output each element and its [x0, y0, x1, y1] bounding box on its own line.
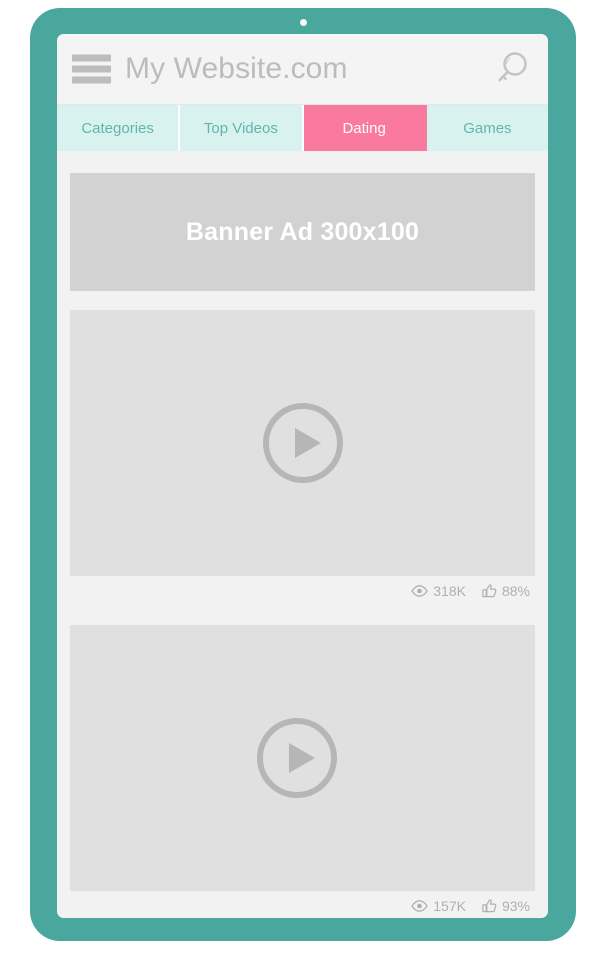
like-percent: 88% [482, 583, 530, 599]
tab-dating[interactable]: Dating [303, 105, 427, 151]
banner-ad-label: Banner Ad 300x100 [185, 217, 420, 246]
video-card: 157K 93% [70, 625, 535, 918]
camera-dot [299, 19, 307, 26]
view-count: 318K [411, 583, 466, 599]
device-screen: My Website.com Categories Top Videos Dat… [57, 34, 548, 918]
hamburger-bar [72, 65, 111, 73]
like-percent: 93% [482, 898, 530, 914]
like-percent-value: 88% [501, 583, 530, 599]
hamburger-menu-icon[interactable] [72, 54, 111, 84]
eye-icon [411, 900, 429, 912]
video-thumbnail[interactable] [70, 625, 535, 891]
play-icon[interactable] [262, 402, 344, 484]
app-header: My Website.com [57, 34, 548, 105]
tab-top-videos[interactable]: Top Videos [180, 105, 304, 151]
hamburger-bar [72, 54, 111, 62]
eye-icon [411, 585, 429, 597]
page-content: Banner Ad 300x100 318K 88% 157K 93% [57, 173, 548, 918]
view-count: 157K [411, 898, 466, 914]
tab-bar: Categories Top Videos Dating Games [57, 105, 548, 151]
site-title: My Website.com [125, 52, 348, 85]
view-count-value: 318K [433, 583, 466, 599]
thumbs-up-icon [482, 584, 497, 598]
thumbs-up-icon [482, 899, 497, 913]
video-card: 318K 88% [70, 310, 535, 606]
view-count-value: 157K [433, 898, 466, 914]
video-thumbnail[interactable] [70, 310, 535, 576]
video-stats: 157K 93% [70, 891, 535, 918]
banner-ad[interactable]: Banner Ad 300x100 [70, 173, 535, 291]
device-frame: My Website.com Categories Top Videos Dat… [30, 8, 576, 941]
tab-games[interactable]: Games [426, 105, 548, 151]
hamburger-bar [72, 76, 111, 84]
video-stats: 318K 88% [70, 576, 535, 606]
like-percent-value: 93% [501, 898, 530, 914]
tab-categories[interactable]: Categories [57, 105, 181, 151]
search-icon[interactable] [490, 48, 532, 90]
play-icon[interactable] [256, 717, 338, 799]
